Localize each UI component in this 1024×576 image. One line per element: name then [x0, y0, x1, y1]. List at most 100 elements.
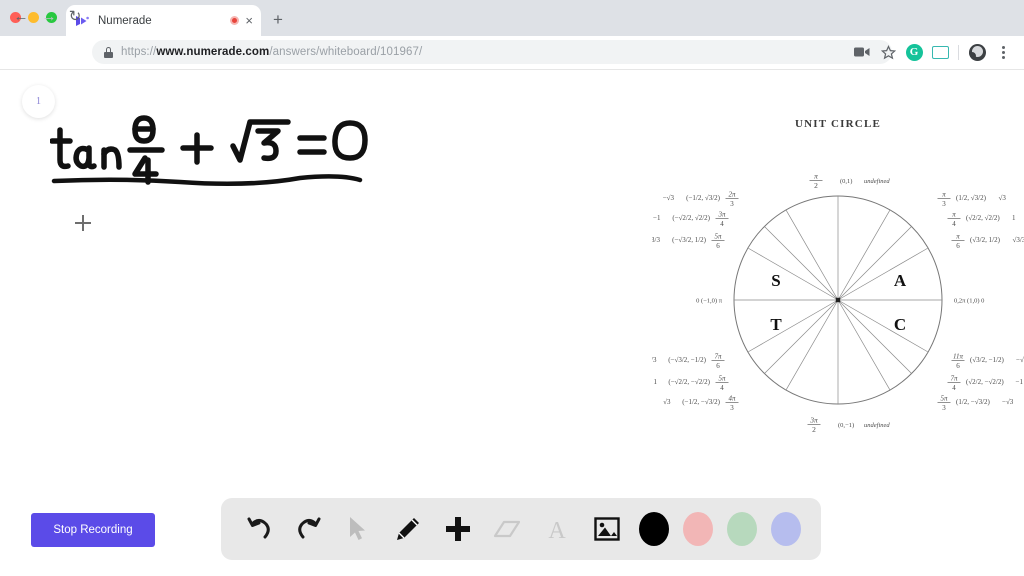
angle-2: π	[956, 232, 960, 240]
reload-button[interactable]: ↻	[66, 8, 84, 26]
angle-10: 7π	[950, 374, 958, 382]
back-button[interactable]: ←	[12, 8, 30, 26]
unit-circle-diagram: UNIT CIRCLE ASTC0 (−1,0) π 0,2π (1,0) 0π2…	[643, 118, 1024, 478]
lock-icon	[104, 46, 113, 58]
axis-angle-top: π	[814, 171, 818, 180]
browser-tab[interactable]: Numerade ×	[66, 5, 261, 36]
coord-6: (−√3/2, −1/2)	[668, 356, 706, 364]
image-icon[interactable]	[589, 510, 625, 548]
svg-text:2: 2	[812, 425, 816, 434]
tan-9: −√3/3	[1016, 356, 1024, 364]
svg-text:3: 3	[730, 200, 734, 208]
svg-text:6: 6	[956, 242, 960, 250]
tan-7: 1	[654, 378, 658, 386]
coord-10: (√2/2, −√2/2)	[966, 378, 1004, 386]
coord-5: (−√3/2, 1/2)	[672, 236, 707, 244]
angle-5: 5π	[714, 232, 722, 240]
record-video-icon[interactable]	[849, 40, 875, 64]
quadrant-label-s: S	[771, 271, 780, 290]
pencil-icon[interactable]	[390, 510, 426, 548]
coord-7: (−√2/2, −√2/2)	[668, 378, 710, 386]
three-dot-menu-icon[interactable]	[990, 40, 1016, 64]
drawing-toolbar: A	[221, 498, 821, 560]
coord-0: (1/2, √3/2)	[956, 194, 987, 202]
color-blue-swatch[interactable]	[770, 512, 802, 546]
grammarly-icon[interactable]: G	[901, 40, 927, 64]
plus-icon[interactable]	[440, 510, 476, 548]
recording-dot-icon	[230, 16, 240, 25]
tan-10: −1	[1016, 378, 1024, 386]
tan-3: −√3	[663, 194, 675, 202]
angle-3: 2π	[728, 190, 736, 198]
axis-tan-top: undefined	[864, 178, 890, 185]
svg-text:2: 2	[814, 181, 818, 190]
tan-2: √3/3	[1013, 236, 1024, 244]
angle-4: 3π	[717, 210, 726, 218]
coord-3: (−1/2, √3/2)	[686, 194, 721, 202]
axis-label-left: 0 (−1,0) π	[696, 298, 723, 305]
tan-11: −√3	[1002, 398, 1014, 406]
quadrant-label-c: C	[894, 315, 906, 334]
angle-6: 7π	[714, 352, 722, 360]
forward-button[interactable]: →	[40, 8, 58, 26]
angle-0: π	[942, 190, 946, 198]
svg-text:3: 3	[942, 200, 946, 208]
avatar[interactable]	[964, 40, 990, 64]
url-scheme: https://	[121, 46, 157, 58]
axis-angle-bottom: 3π	[809, 415, 818, 424]
svg-text:6: 6	[716, 362, 720, 370]
svg-text:4: 4	[952, 220, 956, 228]
svg-text:3: 3	[942, 404, 946, 412]
angle-8: 4π	[728, 394, 736, 402]
coord-4: (−√2/2, √2/2)	[672, 214, 710, 222]
quadrant-label-a: A	[894, 271, 907, 290]
tab-title: Numerade	[98, 14, 152, 27]
cursor-icon[interactable]	[340, 510, 376, 548]
coord-2: (√3/2, 1/2)	[970, 236, 1001, 244]
eraser-icon[interactable]	[490, 510, 526, 548]
svg-text:4: 4	[952, 384, 956, 392]
redo-icon[interactable]	[291, 510, 327, 548]
svg-text:A: A	[549, 518, 567, 542]
close-tab-button[interactable]: ×	[245, 14, 253, 27]
tan-8: √3	[663, 398, 671, 406]
crosshair-cursor-icon	[75, 215, 91, 231]
axis-point-bottom: (0,−1)	[838, 422, 854, 429]
url-path: /answers/whiteboard/101967/	[269, 46, 423, 58]
stop-recording-button[interactable]: Stop Recording	[31, 513, 155, 547]
tan-0: √3	[999, 194, 1007, 202]
svg-text:4: 4	[720, 384, 724, 392]
axis-label-right: 0,2π (1,0) 0	[954, 298, 984, 305]
svg-text:6: 6	[716, 242, 720, 250]
color-pink-swatch[interactable]	[682, 512, 713, 546]
address-bar[interactable]: https://www.numerade.com/answers/whitebo…	[92, 40, 892, 64]
tan-6: √3/3	[652, 356, 657, 364]
unit-circle-svg: AST C0 (−1,0) π 0,2π (1,0) 0π2 (0,1) undefin…	[643, 171, 1024, 434]
new-tab-button[interactable]: +	[268, 10, 288, 30]
tan-4: −1	[653, 214, 661, 222]
browser-actions: G	[849, 40, 1016, 64]
svg-text:3: 3	[730, 404, 734, 412]
color-black-swatch[interactable]	[638, 512, 669, 546]
unit-circle-title: UNIT CIRCLE	[794, 118, 882, 130]
coord-11: (1/2, −√3/2)	[956, 398, 991, 406]
svg-text:6: 6	[956, 362, 960, 370]
handwritten-equation	[49, 108, 370, 208]
text-icon[interactable]: A	[539, 510, 575, 548]
axis-point-top: (0,1)	[840, 178, 852, 185]
cast-icon[interactable]	[927, 40, 953, 64]
undo-icon[interactable]	[241, 510, 277, 548]
svg-text:4: 4	[720, 220, 724, 228]
coord-1: (√2/2, √2/2)	[966, 214, 1000, 222]
star-icon[interactable]	[875, 40, 901, 64]
angle-9: 11π	[953, 352, 963, 360]
toolbar-divider	[958, 44, 959, 60]
whiteboard-page: 1 UNIT CIRCLE A S T C 0 (−1,0) π 0,2π (1…	[0, 70, 1024, 576]
browser-window: Numerade × + ← → ↻ https://www.numerade.…	[0, 0, 1024, 576]
axis-tan-bottom: undefined	[864, 422, 890, 429]
color-green-swatch[interactable]	[726, 512, 757, 546]
angle-7: 5π	[718, 374, 726, 382]
tan-1: 1	[1012, 214, 1016, 222]
angle-11: 5π	[940, 394, 948, 402]
browser-tab-strip: Numerade × +	[0, 0, 1024, 36]
